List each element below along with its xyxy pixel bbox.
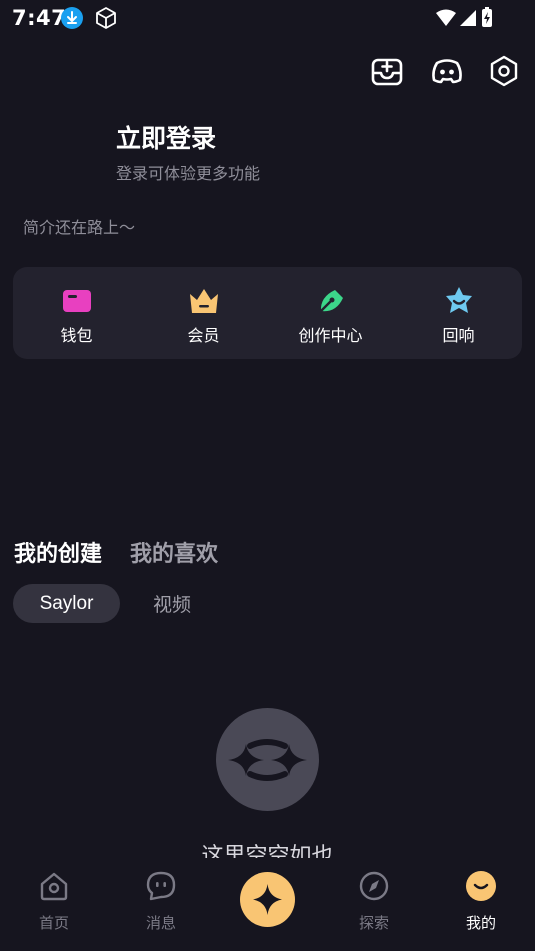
nav-explore-label: 探索 — [358, 914, 389, 932]
tab-my-creations[interactable]: 我的创建 — [14, 536, 102, 568]
inbox-add-icon[interactable] — [370, 54, 404, 88]
wallet-label: 钱包 — [60, 326, 93, 345]
login-subtitle: 登录可体验更多功能 — [116, 164, 261, 183]
echo-label: 回响 — [442, 326, 475, 345]
login-title[interactable]: 立即登录 — [116, 119, 216, 155]
nav-me[interactable]: 我的 — [441, 870, 521, 940]
tab-my-likes[interactable]: 我的喜欢 — [130, 536, 218, 568]
home-icon — [38, 870, 70, 902]
membership-label: 会员 — [187, 326, 220, 345]
settings-icon[interactable] — [487, 54, 521, 88]
nav-explore[interactable]: 探索 — [334, 870, 414, 940]
crown-icon — [188, 285, 220, 317]
create-button[interactable] — [240, 872, 295, 927]
wallet-icon — [61, 285, 93, 317]
bio-text: 简介还在路上～ — [23, 218, 136, 237]
wifi-icon — [436, 9, 456, 26]
quick-actions-panel: 钱包 会员 创作中心 回响 — [13, 267, 522, 359]
nav-messages-label: 消息 — [145, 914, 176, 932]
filter-chip-saylor[interactable]: Saylor — [13, 584, 120, 623]
compass-icon — [358, 870, 390, 902]
empty-state-icon — [216, 708, 319, 811]
nav-me-label: 我的 — [465, 914, 496, 932]
membership-button[interactable]: 会员 — [140, 267, 267, 359]
wallet-button[interactable]: 钱包 — [13, 267, 140, 359]
discord-icon[interactable] — [430, 54, 464, 88]
creator-center-button[interactable]: 创作中心 — [267, 267, 394, 359]
echo-button[interactable]: 回响 — [395, 267, 522, 359]
filter-chip-video[interactable]: 视频 — [153, 590, 191, 617]
nav-home-label: 首页 — [38, 914, 69, 932]
download-notification-icon — [61, 7, 83, 29]
nav-home[interactable]: 首页 — [14, 870, 94, 940]
nav-messages[interactable]: 消息 — [121, 870, 201, 940]
profile-screen: 7:47 立即登录 登录可体验更多功能 简介还在路上～ 钱包 会员 创作中心 回… — [0, 0, 535, 951]
sparkle-icon — [253, 884, 282, 915]
status-bar: 7:47 — [0, 0, 535, 36]
system-status-icons — [435, 7, 497, 29]
status-time: 7:47 — [12, 6, 67, 30]
smiley-icon — [465, 870, 497, 902]
star-badge-icon — [443, 285, 475, 317]
chat-icon — [145, 870, 177, 902]
package-icon — [94, 6, 118, 30]
creator-center-label: 创作中心 — [298, 326, 363, 345]
pen-icon — [315, 285, 347, 317]
signal-icon — [460, 10, 476, 26]
